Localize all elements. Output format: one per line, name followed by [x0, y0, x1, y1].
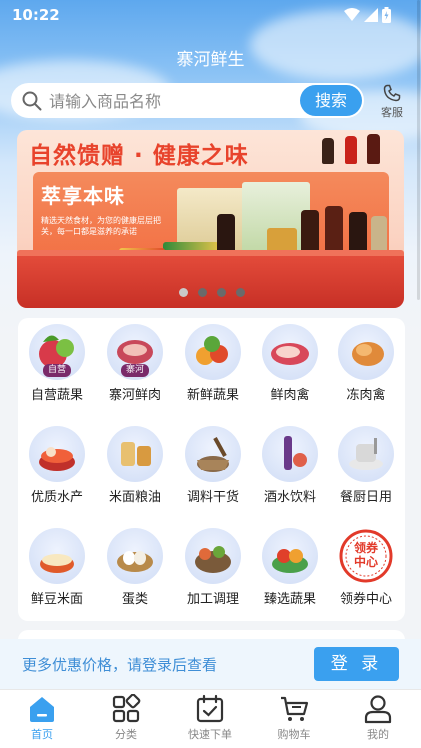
- login-prompt-bar: 更多优惠价格，请登录后查看 登 录: [0, 639, 421, 689]
- carousel-indicator[interactable]: [179, 288, 245, 297]
- category-label: 加工调理: [186, 592, 239, 607]
- status-bar: 10:22: [0, 0, 421, 30]
- fresh-meat-icon: 寨河: [107, 324, 163, 380]
- category-label: 酒水饮料: [263, 490, 316, 505]
- search-button[interactable]: 搜索: [300, 85, 362, 116]
- category-label: 冻肉禽: [346, 388, 386, 403]
- selected-fruit-icon: [262, 528, 318, 584]
- tab-quick-order-label: 快速下单: [188, 728, 232, 741]
- banner-bottle-image: [345, 136, 357, 164]
- page-title: 寨河鲜生: [176, 50, 245, 70]
- customer-service-button[interactable]: 客服: [377, 84, 407, 120]
- profile-icon: [364, 695, 392, 724]
- category-label: 鲜肉禽: [270, 388, 310, 403]
- prepared-food-icon: [185, 528, 241, 584]
- tab-quick-order[interactable]: 快速下单: [175, 694, 245, 742]
- egg-nest-icon: [107, 528, 163, 584]
- seafood-hotpot-icon: [29, 426, 85, 482]
- category-item[interactable]: 蛋类: [100, 528, 170, 613]
- category-item[interactable]: 寨河 寨河鲜肉: [100, 324, 170, 409]
- category-item[interactable]: 餐厨日用: [331, 426, 401, 511]
- category-grid: 自营 自营蔬果 寨河 寨河鲜肉 新鲜蔬果 鲜肉禽 冻肉禽 优质水产 米面粮油 调料干货 酒水饮料 餐厨…: [18, 318, 405, 621]
- category-label: 自营蔬果: [30, 388, 83, 403]
- customer-service-label: 客服: [381, 106, 403, 119]
- tab-home[interactable]: 首页: [7, 694, 77, 742]
- category-item[interactable]: 冻肉禽: [331, 324, 401, 409]
- category-label: 新鲜蔬果: [186, 388, 239, 403]
- banner-description: 精选天然食材，为您的健康层层把关，每一口都是滋养的承诺: [41, 216, 161, 236]
- category-label: 领券中心: [339, 592, 392, 607]
- category-label: 米面粮油: [108, 490, 161, 505]
- tab-home-label: 首页: [31, 728, 53, 741]
- status-time: 10:22: [12, 6, 60, 24]
- login-button[interactable]: 登 录: [314, 647, 399, 681]
- category-item[interactable]: 新鲜蔬果: [178, 324, 248, 409]
- category-item[interactable]: 鲜豆米面: [22, 528, 92, 613]
- grain-oil-icon: [107, 426, 163, 482]
- search-input[interactable]: [49, 89, 299, 113]
- category-label: 寨河鲜肉: [108, 388, 161, 403]
- kitchenware-icon: [338, 426, 394, 482]
- category-item[interactable]: 鲜肉禽: [255, 324, 325, 409]
- tab-cart-label: 购物车: [277, 728, 311, 741]
- category-item[interactable]: 优质水产: [22, 426, 92, 511]
- wifi-icon: [344, 8, 360, 21]
- category-label: 调料干货: [186, 490, 239, 505]
- search-icon: [22, 91, 42, 111]
- category-item[interactable]: 加工调理: [178, 528, 248, 613]
- promo-banner[interactable]: 自然馈赠 · 健康之味 萃享本味 精选天然食材，为您的健康层层把关，每一口都是滋…: [17, 130, 404, 308]
- fresh-produce-icon: [185, 324, 241, 380]
- category-item[interactable]: 臻选蔬果: [255, 528, 325, 613]
- category-label: 蛋类: [121, 592, 148, 607]
- banner-bottle-image: [322, 138, 334, 164]
- search-bar[interactable]: 搜索: [11, 83, 364, 118]
- category-badge: 寨河: [121, 364, 149, 377]
- tab-cart[interactable]: 购物车: [259, 694, 329, 742]
- carousel-dot[interactable]: [217, 288, 226, 297]
- vegetables-basket-icon: 自营: [29, 324, 85, 380]
- cart-icon: [281, 696, 309, 721]
- signal-icon: [364, 8, 378, 22]
- carousel-dot[interactable]: [179, 288, 188, 297]
- meat-poultry-icon: [262, 324, 318, 380]
- bottom-tab-bar: 首页 分类 快速下单 购物车 我的: [0, 689, 421, 748]
- category-label: 餐厨日用: [339, 490, 392, 505]
- category-item[interactable]: 调料干货: [178, 426, 248, 511]
- category-badge: 自营: [43, 364, 71, 377]
- tab-profile[interactable]: 我的: [343, 694, 413, 742]
- banner-headline: 自然馈赠 · 健康之味: [29, 143, 249, 169]
- noodle-bowl-icon: [29, 528, 85, 584]
- login-prompt-text: 更多优惠价格，请登录后查看: [22, 656, 218, 674]
- frozen-poultry-icon: [338, 324, 394, 380]
- battery-icon: [382, 7, 391, 23]
- tab-category-label: 分类: [115, 728, 137, 741]
- tab-profile-label: 我的: [367, 728, 389, 741]
- category-item[interactable]: 米面粮油: [100, 426, 170, 511]
- quick-order-icon: [196, 694, 224, 723]
- banner-bottle-image: [367, 134, 380, 164]
- wine-drinks-icon: [262, 426, 318, 482]
- category-label: 鲜豆米面: [30, 592, 83, 607]
- carousel-dot[interactable]: [236, 288, 245, 297]
- category-label: 优质水产: [30, 490, 83, 505]
- category-label: 臻选蔬果: [263, 592, 316, 607]
- category-badge: 领券 中心: [353, 541, 378, 569]
- scrollbar[interactable]: [417, 0, 420, 300]
- banner-tray: [17, 256, 404, 308]
- category-item[interactable]: 领券 中心 领券中心: [331, 528, 401, 613]
- banner-subtitle: 萃享本味: [41, 184, 125, 208]
- carousel-dot[interactable]: [198, 288, 207, 297]
- category-grid-icon: [112, 694, 141, 723]
- category-item[interactable]: 酒水饮料: [255, 426, 325, 511]
- phone-icon: [383, 84, 401, 102]
- coupon-center-icon: 领券 中心: [338, 528, 394, 584]
- home-icon: [30, 697, 54, 722]
- tab-category[interactable]: 分类: [91, 694, 161, 742]
- category-item[interactable]: 自营 自营蔬果: [22, 324, 92, 409]
- seasoning-mortar-icon: [185, 426, 241, 482]
